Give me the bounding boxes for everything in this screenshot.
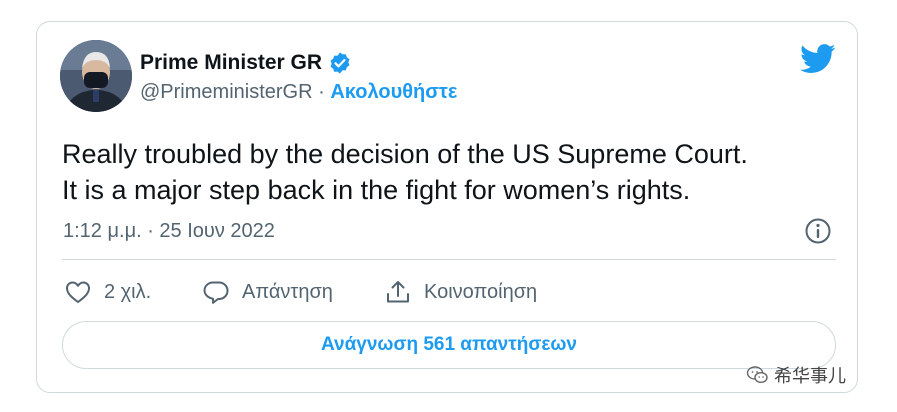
author-display-name[interactable]: Prime Minister GR <box>140 51 322 75</box>
avatar-photo <box>60 40 132 112</box>
tweet-text: Really troubled by the decision of the U… <box>62 136 852 208</box>
reply-button[interactable]: Απάντηση <box>202 278 333 306</box>
reply-label: Απάντηση <box>242 280 333 303</box>
share-label: Κοινοποίηση <box>424 280 538 303</box>
author-avatar[interactable] <box>60 40 132 112</box>
tweet-text-line: It is a major step back in the fight for… <box>62 175 691 205</box>
tweet-timestamp[interactable]: 1:12 μ.μ. · 25 Ιουν 2022 <box>63 220 275 243</box>
wechat-logo-icon <box>746 366 768 384</box>
follow-link[interactable]: Ακολουθήστε <box>330 81 457 103</box>
verified-badge-icon <box>330 52 350 74</box>
watermark-text: 希华事儿 <box>774 366 846 386</box>
heart-icon <box>66 281 90 303</box>
like-count: 2 χιλ. <box>104 280 152 303</box>
author-handle[interactable]: @PrimeministerGR <box>140 81 313 103</box>
tweet-text-line: Really troubled by the decision of the U… <box>62 139 748 169</box>
watermark: 希华事儿 <box>746 362 846 388</box>
read-replies-label: Ανάγνωση 561 απαντήσεων <box>321 334 577 355</box>
divider <box>62 259 836 260</box>
author-handle-row: @PrimeministerGR · Ακολουθήστε <box>140 81 457 104</box>
read-replies-button[interactable]: Ανάγνωση 561 απαντήσεων <box>62 321 836 369</box>
handle-separator: · <box>312 81 331 103</box>
share-upload-icon <box>387 281 409 303</box>
share-button[interactable]: Κοινοποίηση <box>384 278 537 306</box>
speech-bubble-icon <box>203 281 229 304</box>
author-name-row: Prime Minister GR <box>140 51 352 75</box>
like-button[interactable]: 2 χιλ. <box>64 278 151 306</box>
info-icon[interactable] <box>804 217 832 245</box>
twitter-bird-icon[interactable] <box>800 44 836 74</box>
